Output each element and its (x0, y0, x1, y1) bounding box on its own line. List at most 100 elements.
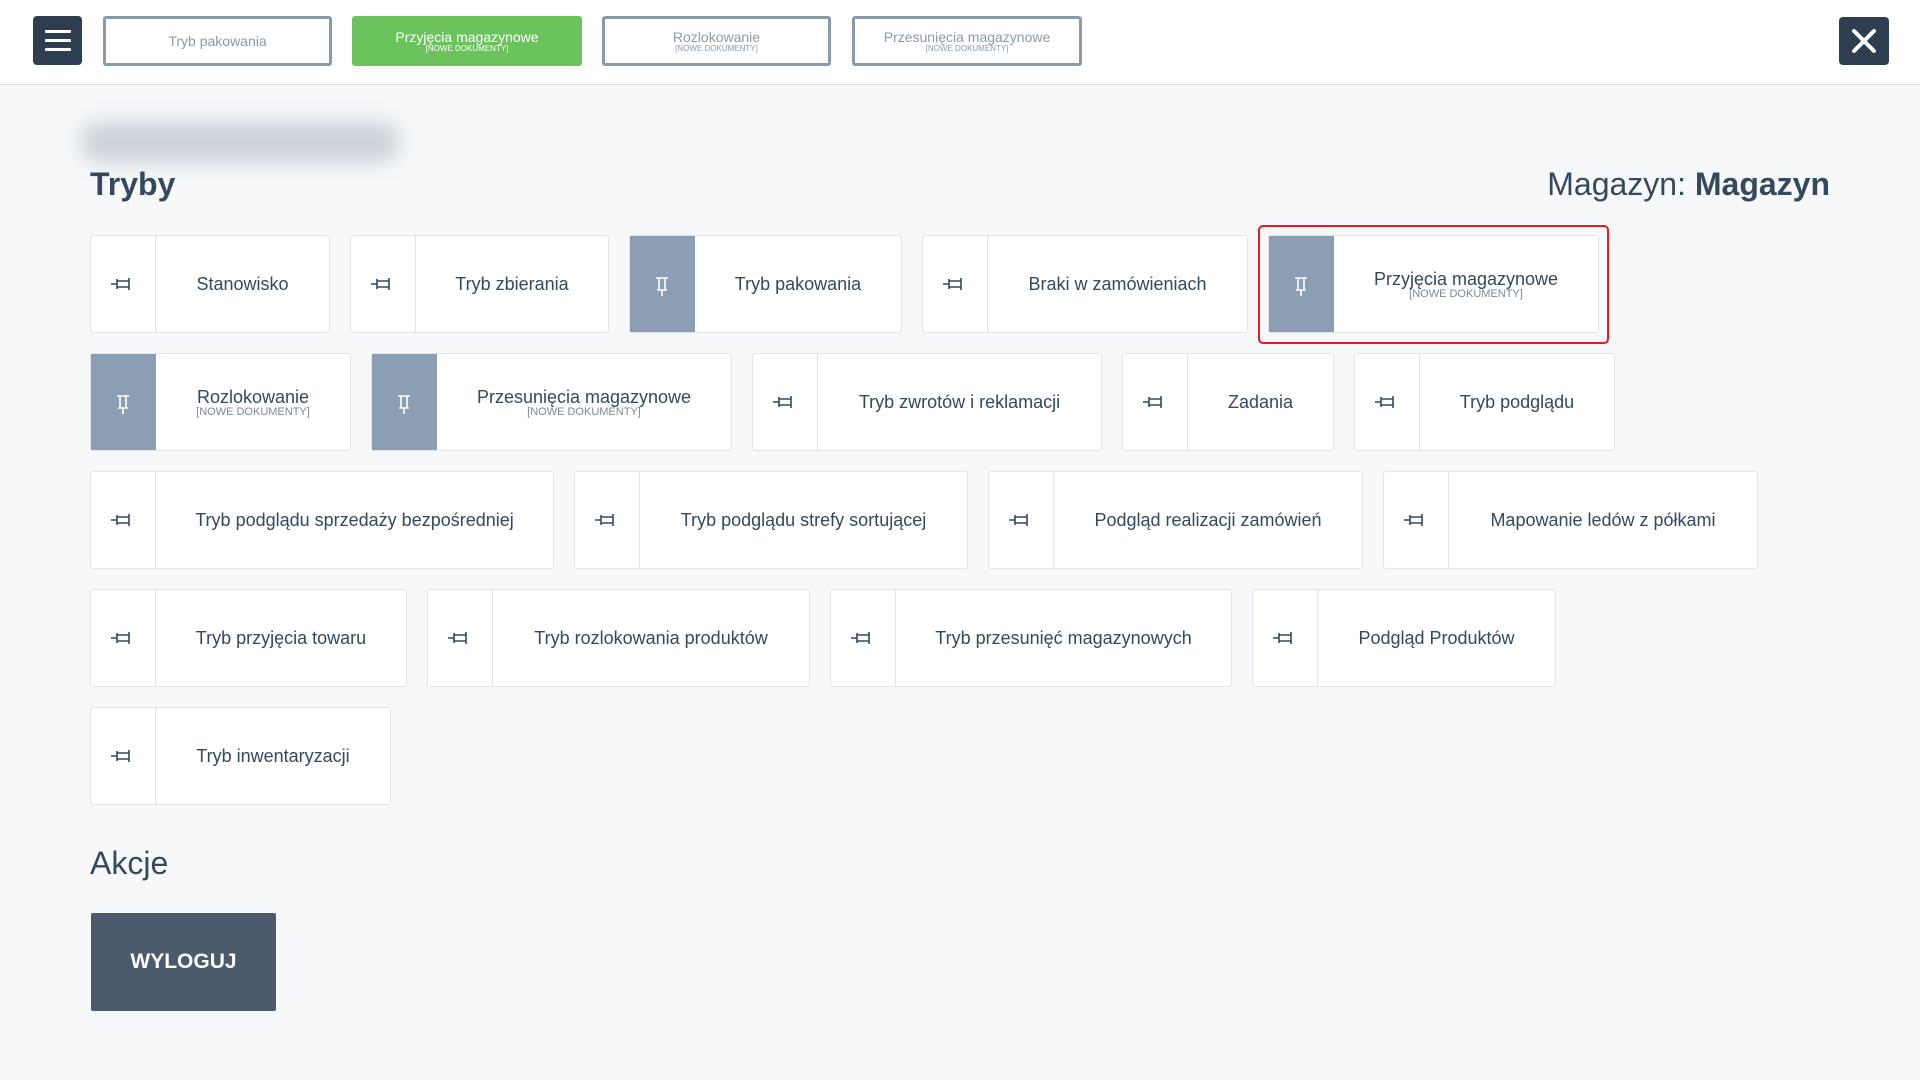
mode-tile-tryb-przesuniec-magazynowych[interactable]: Tryb przesunięć magazynowych (830, 589, 1232, 687)
pinned-icon (398, 395, 410, 414)
unpinned-icon (1404, 514, 1423, 526)
tile-label-main: Tryb rozlokowania produktów (534, 628, 768, 648)
mode-tile-tryb-podgladu-strefy-sortujacej[interactable]: Tryb podglądu strefy sortującej (574, 471, 968, 569)
warehouse-label: Magazyn: (1547, 166, 1686, 202)
warehouse-name: Magazyn (1694, 166, 1830, 202)
pin-button[interactable] (428, 590, 493, 686)
pin-button[interactable] (1384, 472, 1449, 568)
menu-button[interactable] (33, 16, 82, 65)
pin-button[interactable] (923, 236, 988, 332)
pin-button[interactable] (372, 354, 437, 450)
pin-button[interactable] (91, 708, 156, 804)
tile-label-main: Tryb pakowania (734, 274, 862, 294)
unpinned-icon (1273, 632, 1292, 644)
top-tab-przyjecia-magazynowe[interactable]: Przyjęcia magazynowe [NOWE DOKUMENTY] (352, 16, 582, 66)
pin-button[interactable] (91, 590, 156, 686)
tile-label-main: Mapowanie ledów z półkami (1490, 510, 1716, 530)
mode-tile-zadania[interactable]: Zadania (1122, 353, 1334, 451)
top-tab-label: Przesunięcia magazynowe (883, 28, 1051, 45)
mode-tile-rozlokowanie[interactable]: Rozlokowanie [NOWE DOKUMENTY] (90, 353, 351, 451)
pin-button[interactable] (753, 354, 818, 450)
tile-label: Zadania (1188, 354, 1333, 450)
tile-label: Tryb podglądu sprzedaży bezpośredniej (156, 472, 553, 568)
hamburger-icon-line (44, 48, 71, 51)
pin-button[interactable] (351, 236, 416, 332)
tile-label: Tryb inwentaryzacji (156, 708, 390, 804)
pinned-icon (117, 395, 129, 414)
pin-button[interactable] (575, 472, 640, 568)
pin-button[interactable] (91, 472, 156, 568)
mode-tile-podglad-realizacji-zamowien[interactable]: Podgląd realizacji zamówień (988, 471, 1363, 569)
tile-label: Tryb przesunięć magazynowych (896, 590, 1231, 686)
top-bar: Tryb pakowania Przyjęcia magazynowe [NOW… (0, 0, 1920, 85)
tile-label: Podgląd Produktów (1318, 590, 1555, 686)
tile-label: Podgląd realizacji zamówień (1054, 472, 1362, 568)
tile-label-main: Tryb podglądu sprzedaży bezpośredniej (195, 510, 514, 530)
tile-label-main: Przyjęcia magazynowe (1373, 269, 1559, 289)
mode-tile-przesuniecia-magazynowe[interactable]: Przesunięcia magazynowe [NOWE DOKUMENTY] (371, 353, 732, 451)
mode-tile-tryb-inwentaryzacji[interactable]: Tryb inwentaryzacji (90, 707, 391, 805)
pin-button[interactable] (989, 472, 1054, 568)
tile-label-main: Stanowisko (196, 274, 289, 294)
pin-button[interactable] (630, 236, 695, 332)
pin-button[interactable] (1355, 354, 1420, 450)
tile-label: Tryb przyjęcia towaru (156, 590, 406, 686)
top-tab-rozlokowanie[interactable]: Rozlokowanie [NOWE DOKUMENTY] (602, 16, 831, 66)
tile-label: Tryb pakowania (695, 236, 901, 332)
user-identifier-blurred (80, 122, 400, 162)
tile-label: Przesunięcia magazynowe [NOWE DOKUMENTY] (437, 354, 731, 450)
top-tab-sublabel: [NOWE DOKUMENTY] (675, 43, 758, 53)
mode-tile-tryb-podgladu-sprzedazy-bezposredniej[interactable]: Tryb podglądu sprzedaży bezpośredniej (90, 471, 554, 569)
unpinned-icon (448, 632, 467, 644)
top-tab-sublabel: [NOWE DOKUMENTY] (425, 43, 509, 53)
logout-button[interactable]: WYLOGUJ (91, 913, 276, 1011)
tile-label: Rozlokowanie [NOWE DOKUMENTY] (156, 354, 350, 450)
pin-button[interactable] (91, 236, 156, 332)
mode-tile-podglad-produktow[interactable]: Podgląd Produktów (1252, 589, 1556, 687)
unpinned-icon (595, 514, 614, 526)
pin-button[interactable] (831, 590, 896, 686)
mode-tile-przyjecia-magazynowe[interactable]: Przyjęcia magazynowe [NOWE DOKUMENTY] (1268, 235, 1599, 333)
mode-tile-mapowanie-ledow-z-polkami[interactable]: Mapowanie ledów z półkami (1383, 471, 1758, 569)
pin-button[interactable] (1123, 354, 1188, 450)
top-tab-label: Przyjęcia magazynowe (395, 28, 539, 45)
unpinned-icon (111, 278, 130, 290)
unpinned-icon (111, 750, 130, 762)
mode-tile-tryb-zwrotow-i-reklamacji[interactable]: Tryb zwrotów i reklamacji (752, 353, 1102, 451)
tile-label-main: Tryb zwrotów i reklamacji (858, 392, 1061, 412)
unpinned-icon (1143, 396, 1162, 408)
pinned-icon (1295, 277, 1307, 296)
unpinned-icon (1009, 514, 1028, 526)
tile-label: Stanowisko (156, 236, 329, 332)
tile-label-main: Tryb zbierania (455, 274, 569, 294)
mode-tile-tryb-rozlokowania-produktow[interactable]: Tryb rozlokowania produktów (427, 589, 810, 687)
unpinned-icon (851, 632, 870, 644)
tile-label: Tryb zbierania (416, 236, 608, 332)
mode-tile-stanowisko[interactable]: Stanowisko (90, 235, 330, 333)
mode-tile-tryb-pakowania[interactable]: Tryb pakowania (629, 235, 902, 333)
top-tab-tryb-pakowania[interactable]: Tryb pakowania (103, 16, 332, 66)
mode-tile-braki-w-zamowieniach[interactable]: Braki w zamówieniach (922, 235, 1248, 333)
tile-label-main: Rozlokowanie (196, 387, 310, 407)
close-button[interactable] (1839, 17, 1889, 65)
unpinned-icon (943, 278, 962, 290)
top-tab-przesuniecia-magazynowe[interactable]: Przesunięcia magazynowe [NOWE DOKUMENTY] (852, 16, 1082, 66)
tile-label-main: Tryb inwentaryzacji (196, 746, 350, 766)
close-icon (1852, 29, 1876, 53)
tile-label-main: Podgląd realizacji zamówień (1094, 510, 1322, 530)
mode-tile-tryb-przyjecia-towaru[interactable]: Tryb przyjęcia towaru (90, 589, 407, 687)
pin-button[interactable] (1253, 590, 1318, 686)
top-tab-sublabel: [NOWE DOKUMENTY] (925, 43, 1009, 53)
hamburger-icon (44, 30, 71, 33)
pin-button[interactable] (1269, 236, 1334, 332)
hamburger-icon-line (44, 39, 71, 42)
mode-tile-tryb-podgladu[interactable]: Tryb podglądu (1354, 353, 1615, 451)
tile-label: Braki w zamówieniach (988, 236, 1247, 332)
top-tab-label: Tryb pakowania (168, 33, 267, 49)
tile-label-sub: [NOWE DOKUMENTY] (527, 406, 641, 418)
pin-button[interactable] (91, 354, 156, 450)
tile-label-sub: [NOWE DOKUMENTY] (1409, 288, 1523, 300)
mode-tile-tryb-zbierania[interactable]: Tryb zbierania (350, 235, 609, 333)
actions-title: Akcje (90, 845, 169, 881)
modes-title: Tryby (90, 166, 176, 202)
